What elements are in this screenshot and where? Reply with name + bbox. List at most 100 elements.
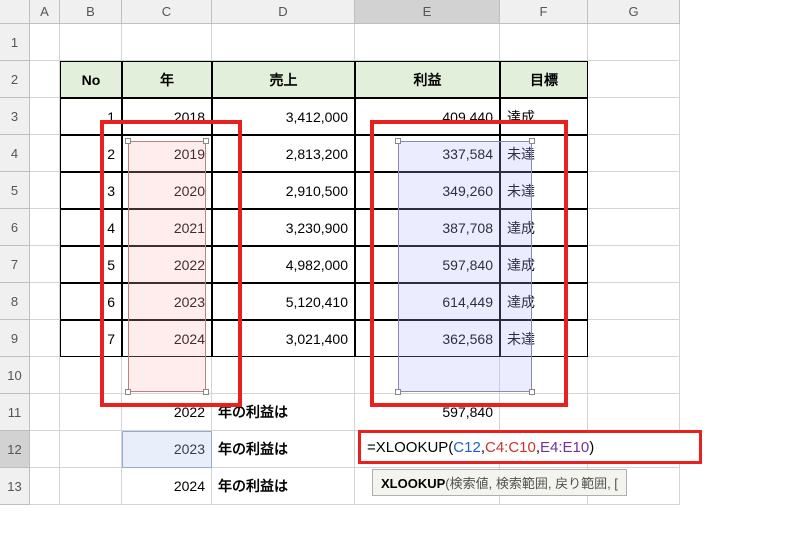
cell-E6[interactable]: 387,708 <box>355 209 500 246</box>
cell-C8[interactable]: 2023 <box>122 283 212 320</box>
cell-B9[interactable]: 7 <box>60 320 122 357</box>
cell-F3[interactable]: 達成 <box>500 98 588 135</box>
cell-A13[interactable] <box>30 468 60 505</box>
row-header-10[interactable]: 10 <box>0 357 30 394</box>
cell-D10[interactable] <box>212 357 355 394</box>
header-no[interactable]: No <box>60 61 122 98</box>
col-header-C[interactable]: C <box>122 0 212 24</box>
row-header-13[interactable]: 13 <box>0 468 30 505</box>
cell-G10[interactable] <box>588 357 680 394</box>
row-header-5[interactable]: 5 <box>0 172 30 209</box>
cell-F7[interactable]: 達成 <box>500 246 588 283</box>
cell-C7[interactable]: 2022 <box>122 246 212 283</box>
cell-F6[interactable]: 達成 <box>500 209 588 246</box>
row-header-9[interactable]: 9 <box>0 320 30 357</box>
cell-B3[interactable]: 1 <box>60 98 122 135</box>
cell-B10[interactable] <box>60 357 122 394</box>
cell-B7[interactable]: 5 <box>60 246 122 283</box>
cell-A4[interactable] <box>30 135 60 172</box>
cell-F5[interactable]: 未達 <box>500 172 588 209</box>
cell-E9[interactable]: 362,568 <box>355 320 500 357</box>
cell-C4[interactable]: 2019 <box>122 135 212 172</box>
col-header-F[interactable]: F <box>500 0 588 24</box>
handle-icon[interactable] <box>203 389 209 395</box>
cell-G7[interactable] <box>588 246 680 283</box>
cell-B12[interactable] <box>60 431 122 468</box>
cell-E3[interactable]: 409,440 <box>355 98 500 135</box>
cell-A3[interactable] <box>30 98 60 135</box>
cell-D5[interactable]: 2,910,500 <box>212 172 355 209</box>
header-year[interactable]: 年 <box>122 61 212 98</box>
cell-C5[interactable]: 2020 <box>122 172 212 209</box>
row-header-11[interactable]: 11 <box>0 394 30 431</box>
col-header-E[interactable]: E <box>355 0 500 24</box>
cell-E5[interactable]: 349,260 <box>355 172 500 209</box>
cell-E10[interactable] <box>355 357 500 394</box>
cell-A12[interactable] <box>30 431 60 468</box>
cell-C13[interactable]: 2024 <box>122 468 212 505</box>
cell-B1[interactable] <box>60 24 122 61</box>
cell-D3[interactable]: 3,412,000 <box>212 98 355 135</box>
row-header-6[interactable]: 6 <box>0 209 30 246</box>
cell-D4[interactable]: 2,813,200 <box>212 135 355 172</box>
cell-B8[interactable]: 6 <box>60 283 122 320</box>
cell-C3[interactable]: 2018 <box>122 98 212 135</box>
cell-E8[interactable]: 614,449 <box>355 283 500 320</box>
header-target[interactable]: 目標 <box>500 61 588 98</box>
col-header-A[interactable]: A <box>30 0 60 24</box>
row-header-8[interactable]: 8 <box>0 283 30 320</box>
cell-G5[interactable] <box>588 172 680 209</box>
cell-G4[interactable] <box>588 135 680 172</box>
cell-E11[interactable]: 597,840 <box>355 394 500 431</box>
header-profit[interactable]: 利益 <box>355 61 500 98</box>
cell-A8[interactable] <box>30 283 60 320</box>
handle-icon[interactable] <box>529 389 535 395</box>
cell-A9[interactable] <box>30 320 60 357</box>
function-tooltip[interactable]: XLOOKUP(検索値, 検索範囲, 戻り範囲, [ <box>372 469 627 496</box>
row-header-3[interactable]: 3 <box>0 98 30 135</box>
handle-icon[interactable] <box>125 138 131 144</box>
cell-A2[interactable] <box>30 61 60 98</box>
cell-A11[interactable] <box>30 394 60 431</box>
cell-C12[interactable]: 2023 <box>122 431 212 468</box>
cell-D1[interactable] <box>212 24 355 61</box>
cell-A1[interactable] <box>30 24 60 61</box>
cell-A5[interactable] <box>30 172 60 209</box>
cell-A6[interactable] <box>30 209 60 246</box>
header-sales[interactable]: 売上 <box>212 61 355 98</box>
cell-C6[interactable]: 2021 <box>122 209 212 246</box>
cell-G6[interactable] <box>588 209 680 246</box>
cell-B4[interactable]: 2 <box>60 135 122 172</box>
cell-C11[interactable]: 2022 <box>122 394 212 431</box>
cell-A10[interactable] <box>30 357 60 394</box>
cell-F9[interactable]: 未達 <box>500 320 588 357</box>
cell-F1[interactable] <box>500 24 588 61</box>
select-all-corner[interactable] <box>0 0 30 24</box>
cell-F11[interactable] <box>500 394 588 431</box>
row-header-12[interactable]: 12 <box>0 431 30 468</box>
handle-icon[interactable] <box>125 389 131 395</box>
cell-B6[interactable]: 4 <box>60 209 122 246</box>
formula-input[interactable]: =XLOOKUP( C12 , C4:C10 , E4:E10 ) <box>358 430 702 464</box>
cell-G2[interactable] <box>588 61 680 98</box>
handle-icon[interactable] <box>529 138 535 144</box>
handle-icon[interactable] <box>395 389 401 395</box>
cell-G8[interactable] <box>588 283 680 320</box>
cell-D7[interactable]: 4,982,000 <box>212 246 355 283</box>
cell-F8[interactable]: 達成 <box>500 283 588 320</box>
cell-G1[interactable] <box>588 24 680 61</box>
row-header-1[interactable]: 1 <box>0 24 30 61</box>
cell-D8[interactable]: 5,120,410 <box>212 283 355 320</box>
handle-icon[interactable] <box>203 138 209 144</box>
handle-icon[interactable] <box>395 138 401 144</box>
cell-F10[interactable] <box>500 357 588 394</box>
cell-C9[interactable]: 2024 <box>122 320 212 357</box>
col-header-B[interactable]: B <box>60 0 122 24</box>
cell-E7[interactable]: 597,840 <box>355 246 500 283</box>
cell-G11[interactable] <box>588 394 680 431</box>
cell-D12[interactable]: 年の利益は <box>212 431 355 468</box>
cell-A7[interactable] <box>30 246 60 283</box>
cell-D6[interactable]: 3,230,900 <box>212 209 355 246</box>
cell-F4[interactable]: 未達 <box>500 135 588 172</box>
cell-G9[interactable] <box>588 320 680 357</box>
